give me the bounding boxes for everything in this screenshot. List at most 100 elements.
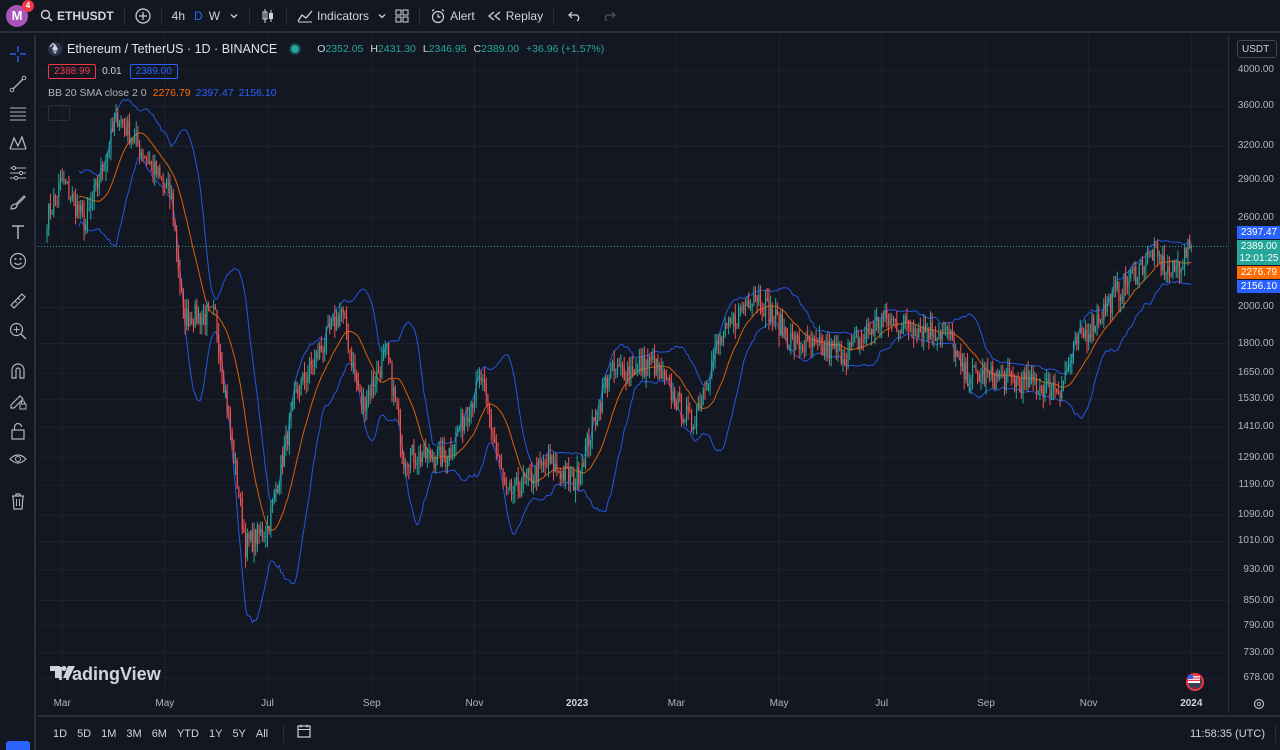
indicators-dropdown[interactable] (375, 0, 389, 32)
candle-body (337, 316, 339, 326)
candle-body (807, 336, 809, 338)
user-avatar[interactable]: M 4 (6, 0, 34, 27)
candle-body (75, 197, 77, 217)
replay-button[interactable]: Replay (481, 0, 549, 32)
interval-dropdown[interactable] (223, 0, 245, 32)
candle-body (340, 309, 343, 315)
candle-body (101, 164, 104, 172)
currency-selector[interactable]: USDT (1237, 40, 1277, 58)
magnet-icon[interactable] (7, 360, 29, 382)
buy-price-box[interactable]: 2389.00 (129, 63, 178, 79)
candle-body (1103, 303, 1105, 321)
candle-body (864, 334, 866, 340)
candle-body (902, 321, 905, 329)
brush-icon[interactable] (7, 191, 29, 213)
chart-type-button[interactable] (254, 0, 282, 32)
candle-body (906, 315, 908, 322)
candle-body (1015, 377, 1017, 388)
price-chart[interactable] (38, 35, 1228, 695)
candle-body (305, 381, 307, 383)
date-range-button[interactable] (296, 723, 312, 744)
interval-d[interactable]: D (191, 0, 206, 32)
candle-body (1086, 329, 1088, 342)
candle-body (778, 314, 780, 336)
price-scale[interactable]: USDT 4000.00 3600.00 3200.00 2900.00 2600.00… (1228, 35, 1280, 713)
interval-4h[interactable]: 4h (166, 0, 191, 32)
candle-body (1168, 265, 1171, 275)
flag-icon[interactable] (1186, 673, 1204, 691)
candle-body (867, 328, 869, 332)
range-button-1m[interactable]: 1M (96, 728, 121, 740)
collapse-legend-button[interactable] (48, 42, 70, 121)
time-scale[interactable]: Mar May Jul Sep Nov 2023 Mar May Jul Sep Nov 2024 (38, 695, 1228, 713)
range-button-ytd[interactable]: YTD (172, 728, 204, 740)
redo-button[interactable] (592, 0, 626, 32)
range-button-5y[interactable]: 5Y (227, 728, 250, 740)
undo-button[interactable] (558, 0, 592, 32)
range-button-6m[interactable]: 6M (147, 728, 172, 740)
candle-body (647, 360, 649, 367)
emoji-icon[interactable] (7, 250, 29, 272)
candle-body (1143, 267, 1145, 274)
text-tool-icon[interactable] (7, 221, 29, 243)
object-tree-button[interactable] (6, 741, 30, 750)
trend-line-icon[interactable] (7, 73, 29, 95)
chart-pane[interactable]: Ethereum / TetherUS · 1D · BINANCE O2352… (38, 35, 1228, 713)
settings-icon[interactable] (1252, 697, 1266, 711)
candle-body (833, 343, 836, 347)
range-button-5d[interactable]: 5D (72, 728, 96, 740)
fib-retracement-icon[interactable] (7, 103, 29, 125)
candle-body (894, 318, 896, 321)
symbol-title[interactable]: Ethereum / TetherUS · 1D · BINANCE (67, 42, 277, 56)
lock-pencil-icon[interactable] (7, 390, 29, 412)
interval-w[interactable]: W (206, 0, 223, 32)
candle-body (674, 390, 676, 407)
prediction-tools-icon[interactable] (7, 162, 29, 184)
pattern-icon[interactable] (7, 132, 29, 154)
zoom-in-icon[interactable] (7, 320, 29, 342)
sell-price-box[interactable]: 2388.99 (48, 63, 97, 79)
range-button-all[interactable]: All (251, 728, 273, 740)
candle-body (941, 330, 943, 340)
candle-body (546, 464, 548, 466)
candle-body (1173, 261, 1176, 272)
candle-body (859, 338, 861, 350)
candle-body (871, 329, 873, 334)
candle-body (500, 460, 502, 470)
crosshair-icon[interactable] (7, 43, 29, 65)
candle-body (1007, 368, 1009, 375)
price-label: 1530.00 (1237, 393, 1274, 405)
candle-body (1072, 343, 1075, 354)
lock-icon[interactable] (7, 420, 29, 442)
candle-body (731, 321, 733, 323)
chart-legend: Ethereum / TetherUS · 1D · BINANCE O2352… (48, 41, 604, 121)
candle-body (71, 194, 73, 199)
candle-body (595, 417, 597, 425)
candle-body (630, 366, 632, 376)
grid-layout-icon (395, 9, 409, 22)
eye-icon[interactable] (7, 448, 29, 470)
candle-body (460, 412, 462, 429)
compare-button[interactable] (129, 0, 157, 32)
candle-body (187, 308, 189, 327)
chevron-down-icon (378, 13, 386, 18)
candle-body (1008, 368, 1011, 372)
layouts-button[interactable] (389, 0, 415, 32)
candle-body (726, 323, 728, 326)
range-button-3m[interactable]: 3M (121, 728, 146, 740)
candle-body (739, 307, 741, 309)
candle-body (502, 469, 504, 479)
ruler-icon[interactable] (7, 290, 29, 312)
candle-body (1135, 266, 1137, 284)
utc-clock[interactable]: 11:58:35 (UTC) (1190, 728, 1265, 740)
range-button-1y[interactable]: 1Y (204, 728, 227, 740)
alert-button[interactable]: Alert (424, 0, 481, 32)
candle-body (1012, 375, 1014, 379)
candle-body (78, 204, 80, 213)
symbol-search[interactable]: ETHUSDT (34, 0, 120, 32)
indicators-button[interactable]: Indicators (291, 0, 375, 32)
bb-indicator-name[interactable]: BB 20 SMA close 2 0 (48, 87, 147, 99)
range-button-1d[interactable]: 1D (48, 728, 72, 740)
trash-icon[interactable] (7, 490, 29, 512)
candle-body (990, 366, 992, 375)
